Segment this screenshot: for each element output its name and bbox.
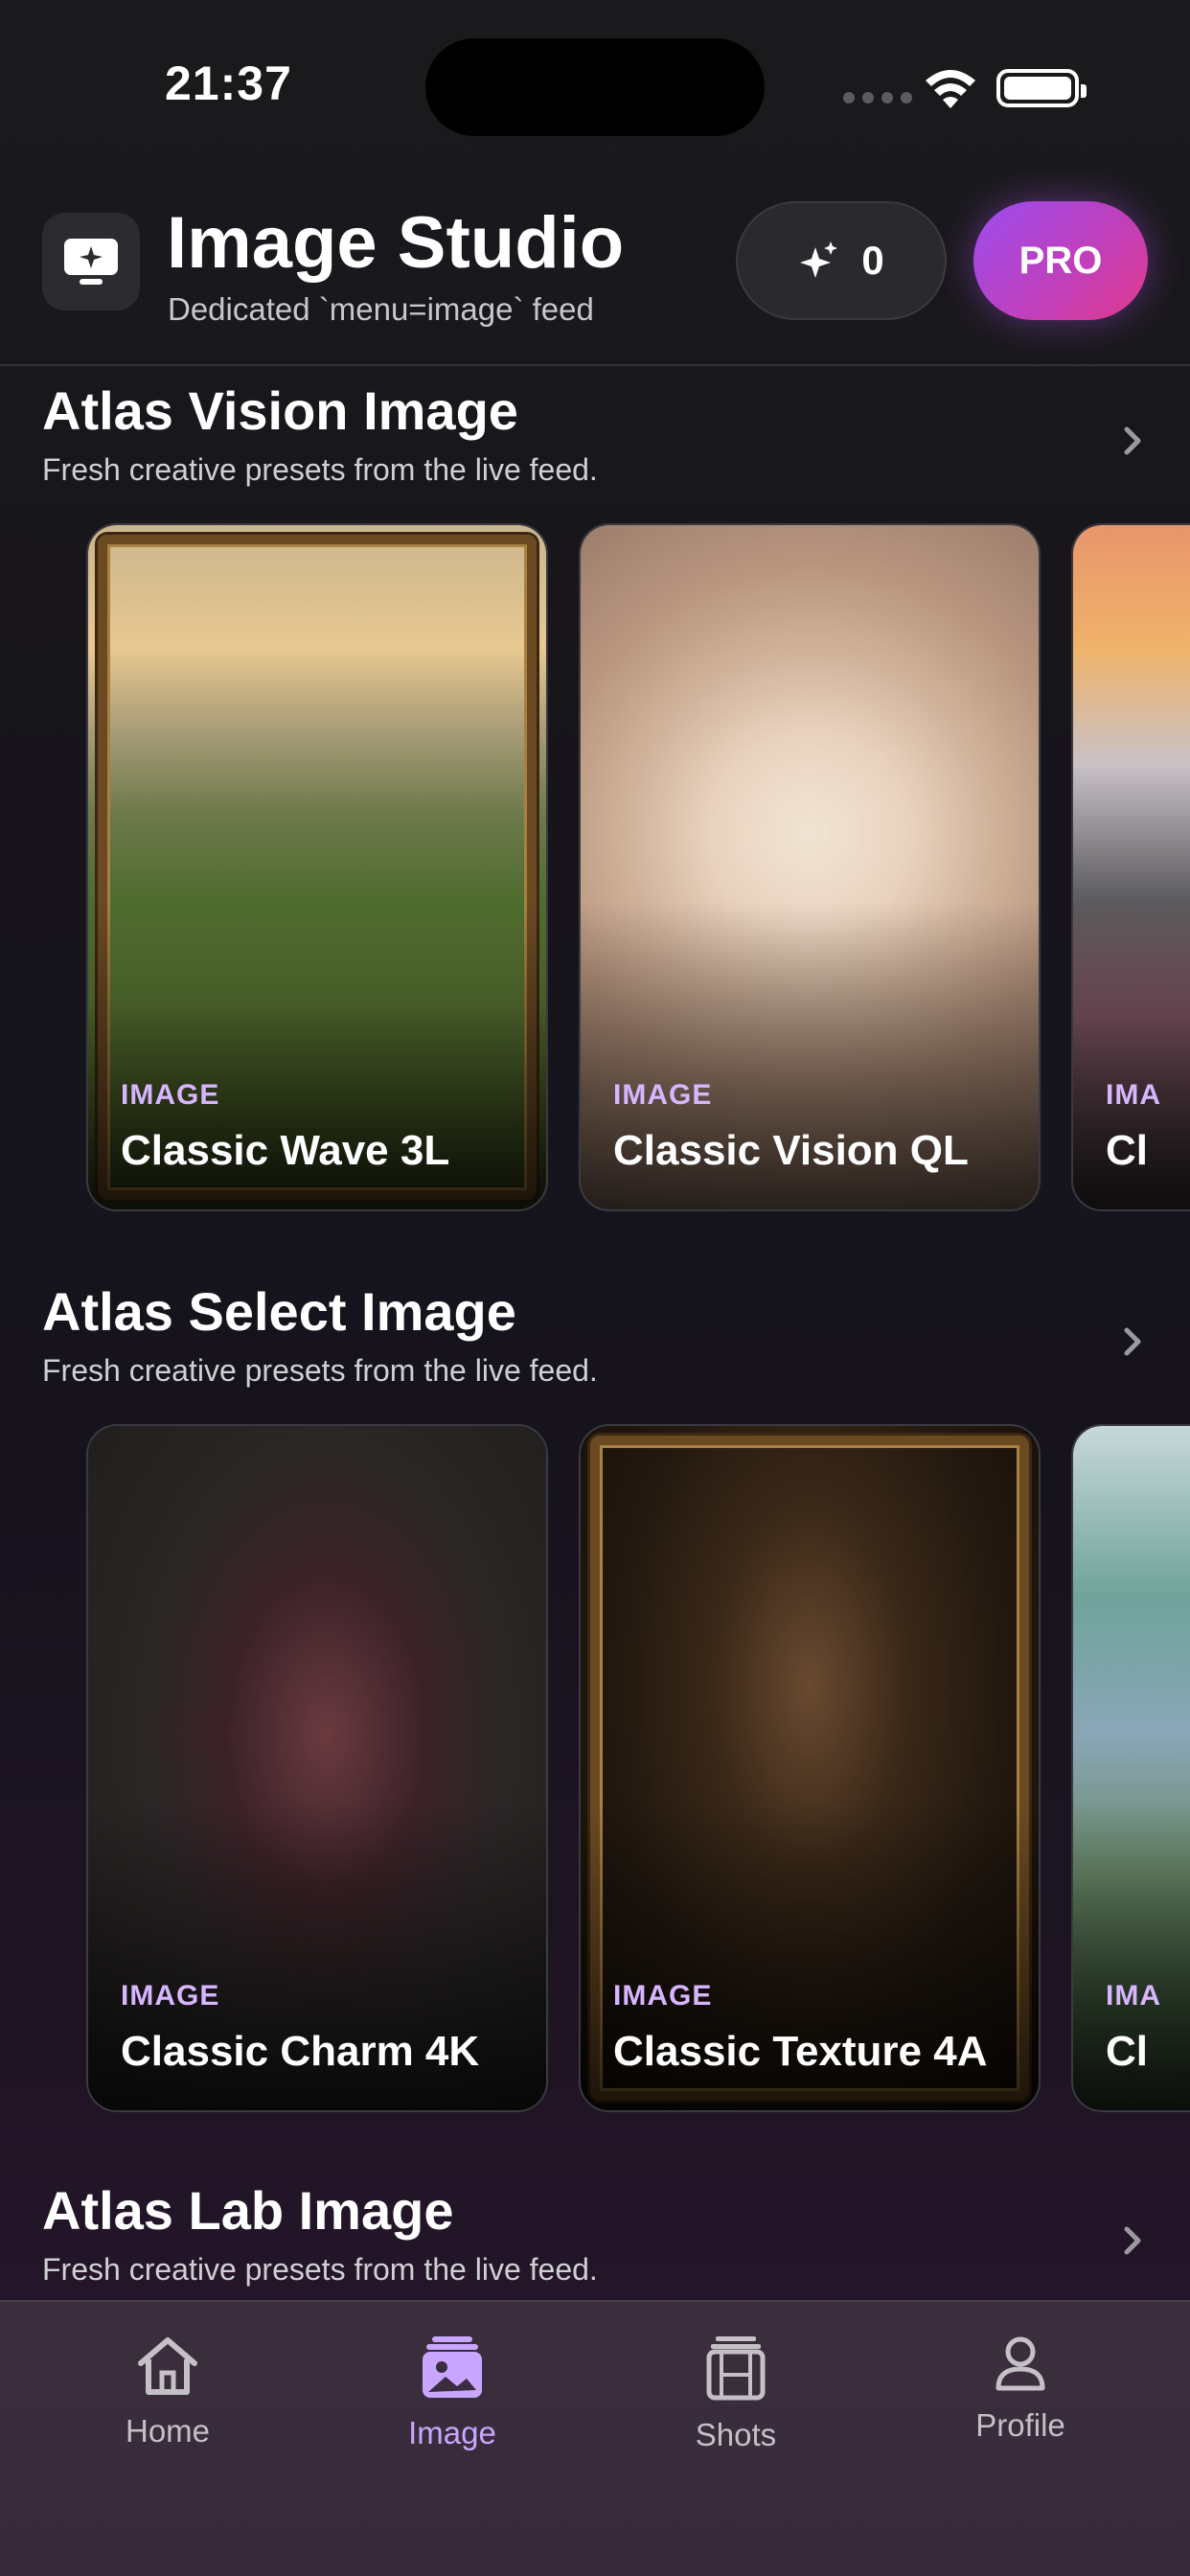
app-logo	[42, 213, 140, 310]
card-kind-label: IMAGE	[613, 1980, 713, 2012]
section-subtitle: Fresh creative presets from the live fee…	[42, 2252, 598, 2287]
credits-button[interactable]: 0	[736, 201, 947, 320]
section-subtitle: Fresh creative presets from the live fee…	[42, 1353, 598, 1388]
wifi-icon	[926, 70, 975, 108]
section-title: Atlas Vision Image	[42, 380, 518, 441]
app-header: Image Studio Dedicated `menu=image` feed…	[0, 172, 1190, 366]
preset-card[interactable]: IMAGE Classic Texture 4A	[579, 1424, 1041, 2112]
tab-image[interactable]: Image	[356, 2334, 548, 2451]
preset-card[interactable]: IMAGE Classic Wave 3L	[86, 523, 548, 1211]
card-title: Cl	[1106, 1127, 1148, 1174]
studio-monitor-icon	[64, 239, 118, 285]
film-icon	[706, 2336, 766, 2401]
preset-card[interactable]: IMA Cl	[1071, 1424, 1190, 2112]
tab-profile[interactable]: Profile	[925, 2334, 1116, 2444]
battery-icon	[996, 69, 1087, 107]
card-carousel[interactable]: IMAGE Classic Wave 3L IMAGE Classic Visi…	[0, 523, 1190, 1215]
page-subtitle: Dedicated `menu=image` feed	[168, 291, 594, 327]
tab-label: Image	[408, 2415, 496, 2450]
status-time: 21:37	[165, 57, 292, 110]
section-atlas-lab: Atlas Lab Image Fresh creative presets f…	[0, 2179, 1190, 2300]
tab-label: Home	[125, 2413, 211, 2449]
dynamic-island	[425, 38, 765, 136]
image-icon	[423, 2336, 482, 2398]
section-atlas-vision: Atlas Vision Image Fresh creative preset…	[0, 380, 1190, 1223]
card-kind-label: IMAGE	[613, 1079, 713, 1111]
credits-count: 0	[861, 238, 884, 283]
section-atlas-select: Atlas Select Image Fresh creative preset…	[0, 1280, 1190, 2124]
tab-label: Profile	[975, 2407, 1065, 2443]
card-title: Cl	[1106, 2028, 1148, 2075]
chevron-right-icon[interactable]	[1119, 2221, 1148, 2260]
card-kind-label: IMAGE	[121, 1980, 220, 2012]
preset-card[interactable]: IMAGE Classic Vision QL	[579, 523, 1041, 1211]
card-title: Classic Wave 3L	[121, 1127, 450, 1174]
card-title: Classic Vision QL	[613, 1127, 969, 1174]
preset-card[interactable]: IMA Cl	[1071, 523, 1190, 1211]
bottom-tab-bar: Home Image Shots Profile	[0, 2300, 1190, 2576]
sparkle-icon	[800, 242, 838, 278]
section-title: Atlas Select Image	[42, 1281, 516, 1342]
tab-shots[interactable]: Shots	[640, 2334, 832, 2453]
section-subtitle: Fresh creative presets from the live fee…	[42, 452, 598, 487]
chevron-right-icon[interactable]	[1119, 1322, 1148, 1361]
status-bar: 21:37	[0, 0, 1190, 172]
cellular-signal-icon	[843, 92, 912, 104]
page-title: Image Studio	[167, 202, 625, 284]
person-icon	[995, 2336, 1045, 2391]
card-title: Classic Texture 4A	[613, 2028, 988, 2075]
card-kind-label: IMA	[1106, 1980, 1161, 2012]
home-icon	[138, 2337, 197, 2395]
tab-home[interactable]: Home	[72, 2334, 263, 2450]
card-carousel[interactable]: IMAGE Classic Charm 4K IMAGE Classic Tex…	[0, 1424, 1190, 2116]
tab-label: Shots	[695, 2417, 777, 2452]
chevron-right-icon[interactable]	[1119, 422, 1148, 460]
pro-button[interactable]: PRO	[973, 201, 1148, 320]
preset-card[interactable]: IMAGE Classic Charm 4K	[86, 1424, 548, 2112]
section-title: Atlas Lab Image	[42, 2180, 454, 2241]
card-title: Classic Charm 4K	[121, 2028, 480, 2075]
card-kind-label: IMA	[1106, 1079, 1161, 1111]
card-kind-label: IMAGE	[121, 1079, 220, 1111]
